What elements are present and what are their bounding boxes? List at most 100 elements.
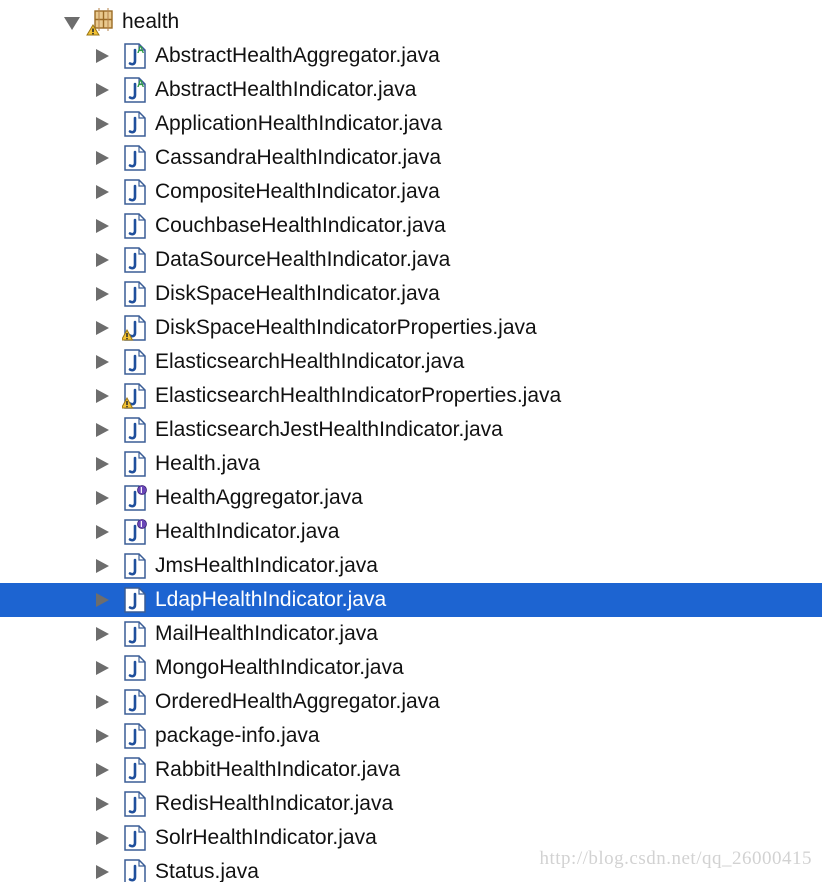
java-file-icon [122,349,148,375]
tree-item-file[interactable]: CompositeHealthIndicator.java [0,175,822,209]
file-label: RabbitHealthIndicator.java [155,758,401,781]
tree-item-file[interactable]: CassandraHealthIndicator.java [0,141,822,175]
svg-text:I: I [140,520,142,529]
tree-item-file[interactable]: A AbstractHealthAggregator.java [0,39,822,73]
tree-item-file[interactable]: DiskSpaceHealthIndicatorProperties.java [0,311,822,345]
chevron-right-icon[interactable] [96,797,109,811]
tree-item-file[interactable]: ElasticsearchHealthIndicator.java [0,345,822,379]
chevron-right-icon[interactable] [96,49,109,63]
chevron-right-icon[interactable] [96,185,109,199]
tree-item-file[interactable]: I HealthIndicator.java [0,515,822,549]
chevron-right-icon[interactable] [96,457,109,471]
chevron-right-icon[interactable] [96,219,109,233]
tree-item-file[interactable]: OrderedHealthAggregator.java [0,685,822,719]
chevron-right-icon[interactable] [96,287,109,301]
java-file-icon [120,383,148,409]
tree-item-package-health[interactable]: health [0,5,822,39]
chevron-right-icon[interactable] [96,423,109,437]
java-abstract-file-icon: A [122,43,148,69]
java-file-icon [122,859,148,882]
java-interface-file-icon: I [122,485,148,511]
tree-item-file[interactable]: A AbstractHealthIndicator.java [0,73,822,107]
chevron-right-icon[interactable] [96,729,109,743]
file-list: A AbstractHealthAggregator.java A AbstractH… [0,39,822,882]
java-file-icon [122,281,148,307]
java-file-icon [122,655,148,681]
tree-item-file[interactable]: CouchbaseHealthIndicator.java [0,209,822,243]
chevron-down-icon[interactable] [64,17,80,30]
file-label: Status.java [155,860,259,882]
java-file-icon [122,621,148,647]
java-file-icon [122,553,148,579]
tree-item-file[interactable]: I HealthAggregator.java [0,481,822,515]
java-file-icon [122,689,148,715]
file-label: ApplicationHealthIndicator.java [155,112,443,135]
file-label: DataSourceHealthIndicator.java [155,248,451,271]
file-label: LdapHealthIndicator.java [155,588,387,611]
chevron-right-icon[interactable] [96,831,109,845]
file-label: ElasticsearchHealthIndicatorProperties.j… [155,384,562,407]
chevron-right-icon[interactable] [96,389,109,403]
tree-item-file[interactable]: package-info.java [0,719,822,753]
file-label: MailHealthIndicator.java [155,622,378,645]
java-file-icon [122,791,148,817]
svg-text:A: A [137,79,144,90]
file-label: MongoHealthIndicator.java [155,656,404,679]
file-label: ElasticsearchJestHealthIndicator.java [155,418,503,441]
java-abstract-file-icon: A [122,77,148,103]
file-label: AbstractHealthIndicator.java [155,78,417,101]
tree-item-file[interactable]: RabbitHealthIndicator.java [0,753,822,787]
tree-item-file[interactable]: ElasticsearchHealthIndicatorProperties.j… [0,379,822,413]
file-label: CassandraHealthIndicator.java [155,146,442,169]
tree-item-file[interactable]: MongoHealthIndicator.java [0,651,822,685]
chevron-right-icon[interactable] [96,525,109,539]
java-file-icon [122,111,148,137]
file-label: CompositeHealthIndicator.java [155,180,440,203]
chevron-right-icon[interactable] [96,559,109,573]
file-label: JmsHealthIndicator.java [155,554,378,577]
chevron-right-icon[interactable] [96,491,109,505]
java-file-icon [120,315,148,341]
tree-item-file[interactable]: ApplicationHealthIndicator.java [0,107,822,141]
chevron-right-icon[interactable] [96,253,109,267]
java-file-icon [122,451,148,477]
java-file-icon [122,417,148,443]
java-file-icon [122,825,148,851]
chevron-right-icon[interactable] [96,695,109,709]
chevron-right-icon[interactable] [96,83,109,97]
watermark-text: http://blog.csdn.net/qq_26000415 [539,848,812,869]
java-file-icon [122,213,148,239]
package-icon [86,7,116,37]
chevron-right-icon[interactable] [96,151,109,165]
chevron-right-icon[interactable] [96,627,109,641]
chevron-right-icon[interactable] [96,355,109,369]
tree-item-file[interactable]: MailHealthIndicator.java [0,617,822,651]
svg-text:A: A [137,45,144,56]
tree-item-file[interactable]: LdapHealthIndicator.java [0,583,822,617]
tree-item-file[interactable]: DataSourceHealthIndicator.java [0,243,822,277]
chevron-right-icon[interactable] [96,661,109,675]
file-label: DiskSpaceHealthIndicator.java [155,282,440,305]
java-file-icon [122,757,148,783]
tree-item-file[interactable]: JmsHealthIndicator.java [0,549,822,583]
file-label: OrderedHealthAggregator.java [155,690,440,713]
chevron-right-icon[interactable] [96,593,109,607]
file-label: package-info.java [155,724,320,747]
file-label: RedisHealthIndicator.java [155,792,394,815]
tree-item-file[interactable]: Health.java [0,447,822,481]
file-label: CouchbaseHealthIndicator.java [155,214,446,237]
chevron-right-icon[interactable] [96,865,109,879]
tree-item-file[interactable]: ElasticsearchJestHealthIndicator.java [0,413,822,447]
chevron-right-icon[interactable] [96,763,109,777]
file-label: AbstractHealthAggregator.java [155,44,440,67]
file-label: ElasticsearchHealthIndicator.java [155,350,465,373]
java-file-icon [122,247,148,273]
tree-item-file[interactable]: DiskSpaceHealthIndicator.java [0,277,822,311]
java-interface-file-icon: I [122,519,148,545]
java-file-icon [122,723,148,749]
tree-item-file[interactable]: RedisHealthIndicator.java [0,787,822,821]
chevron-right-icon[interactable] [96,321,109,335]
chevron-right-icon[interactable] [96,117,109,131]
svg-text:I: I [140,486,142,495]
package-label: health [122,10,180,33]
